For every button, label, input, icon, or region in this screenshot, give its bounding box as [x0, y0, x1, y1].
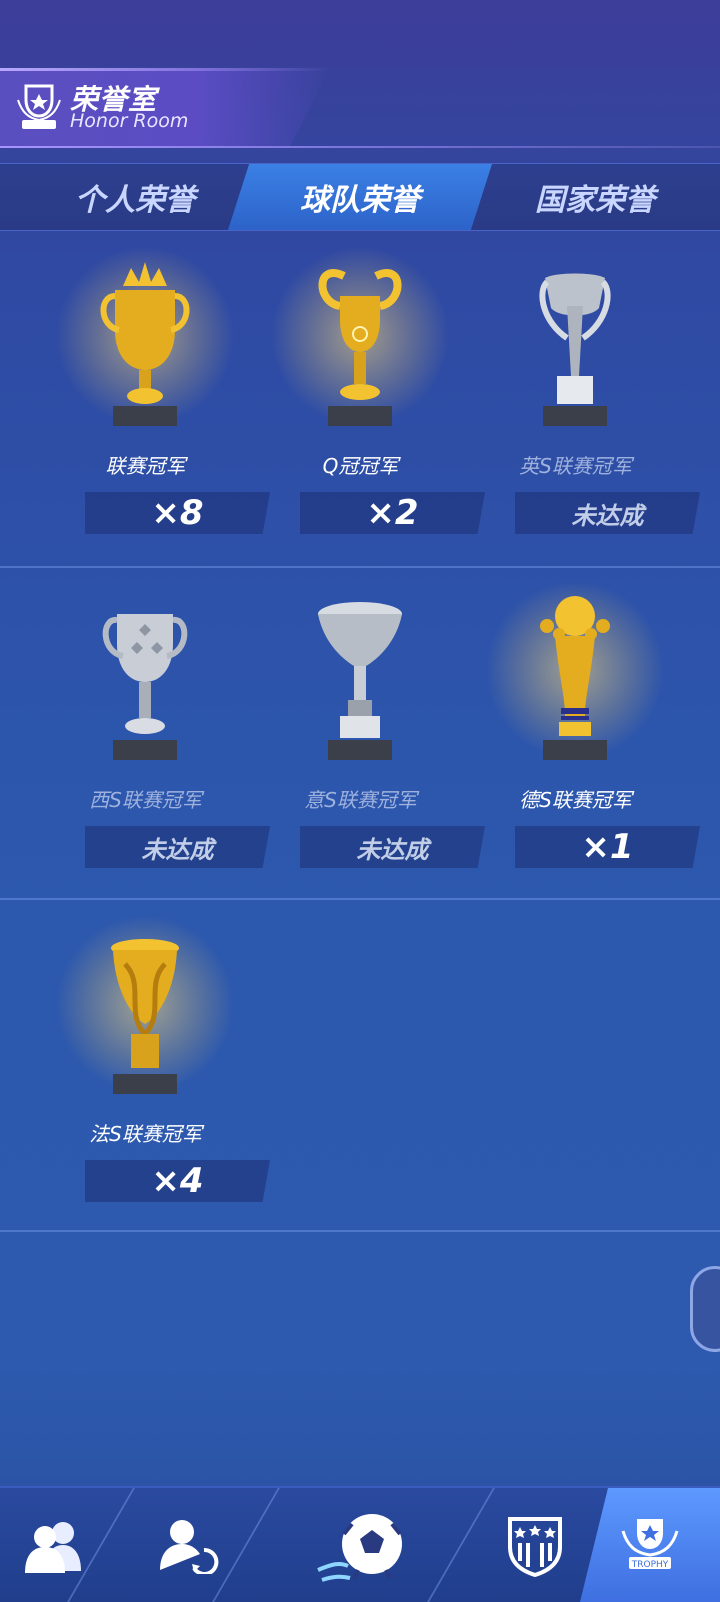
trophy-name: 英S联赛冠军 [519, 454, 632, 478]
tab-national-honor[interactable]: 国家荣誉 [470, 164, 720, 230]
trophy-card[interactable]: 法S联赛冠军 ×4 [38, 904, 270, 1224]
trophy-count: ×1 [515, 826, 700, 868]
trophy-count: 未达成 [85, 826, 270, 868]
nav-transfer[interactable] [130, 1488, 250, 1602]
silver-cup-icon [102, 614, 188, 760]
row-divider [0, 898, 720, 900]
trophy-count: ×8 [85, 492, 270, 534]
transfer-icon [160, 1520, 219, 1574]
funnel-trophy-icon [318, 602, 402, 760]
trophy-grid: 联赛冠军 ×8 Q冠冠军 ×2 英S联赛冠军 未达成 西S联赛冠军 未达成 意S… [0, 236, 720, 1456]
nav-match[interactable] [300, 1488, 420, 1602]
trophy-badge-icon: TROPHY [621, 1519, 679, 1570]
soccer-ball-icon [317, 1514, 402, 1582]
twisted-trophy-icon [111, 939, 179, 1094]
winged-trophy-icon [539, 273, 611, 426]
trophy-name: 法S联赛冠军 [89, 1122, 202, 1146]
status-area [0, 0, 720, 66]
trophy-card[interactable]: 西S联赛冠军 未达成 [38, 570, 270, 890]
row-divider [0, 566, 720, 568]
trophy-card[interactable]: Q冠冠军 ×2 [253, 236, 485, 556]
trophy-count: 未达成 [300, 826, 485, 868]
nav-team[interactable] [0, 1488, 110, 1602]
row-divider [0, 1230, 720, 1232]
bottom-nav: TROPHY [0, 1486, 720, 1602]
team-icon [25, 1522, 81, 1573]
big-ears-trophy-icon [318, 269, 402, 426]
trophy-count: ×4 [85, 1160, 270, 1202]
trophy-card[interactable]: 英S联赛冠军 未达成 [468, 236, 700, 556]
trophy-name: Q冠冠军 [322, 454, 399, 478]
trophy-count: 未达成 [515, 492, 700, 534]
trophy-name: 德S联赛冠军 [519, 788, 632, 812]
badge-text: TROPHY [631, 1560, 669, 1570]
side-expand-button[interactable] [690, 1266, 720, 1352]
tab-personal-honor[interactable]: 个人荣誉 [20, 164, 250, 230]
nav-honor-room[interactable]: TROPHY [580, 1488, 720, 1602]
trophy-count: ×2 [300, 492, 485, 534]
trophy-card[interactable]: 联赛冠军 ×8 [38, 236, 270, 556]
page-subtitle: Honor Room [70, 110, 189, 132]
nav-club[interactable] [480, 1488, 590, 1602]
title-divider [0, 146, 720, 148]
ball-trophy-icon [540, 596, 610, 760]
trophy-name: 联赛冠军 [105, 454, 186, 478]
crown-trophy-icon [100, 262, 190, 426]
tab-bar: 个人荣誉 球队荣誉 国家荣誉 [0, 163, 720, 231]
trophy-badge-icon [17, 84, 61, 129]
trophy-name: 西S联赛冠军 [89, 788, 202, 812]
trophy-name: 意S联赛冠军 [304, 788, 417, 812]
club-crest-icon [508, 1517, 562, 1577]
tab-team-honor[interactable]: 球队荣誉 [228, 164, 492, 230]
trophy-card[interactable]: 意S联赛冠军 未达成 [253, 570, 485, 890]
trophy-card[interactable]: 德S联赛冠军 ×1 [468, 570, 700, 890]
